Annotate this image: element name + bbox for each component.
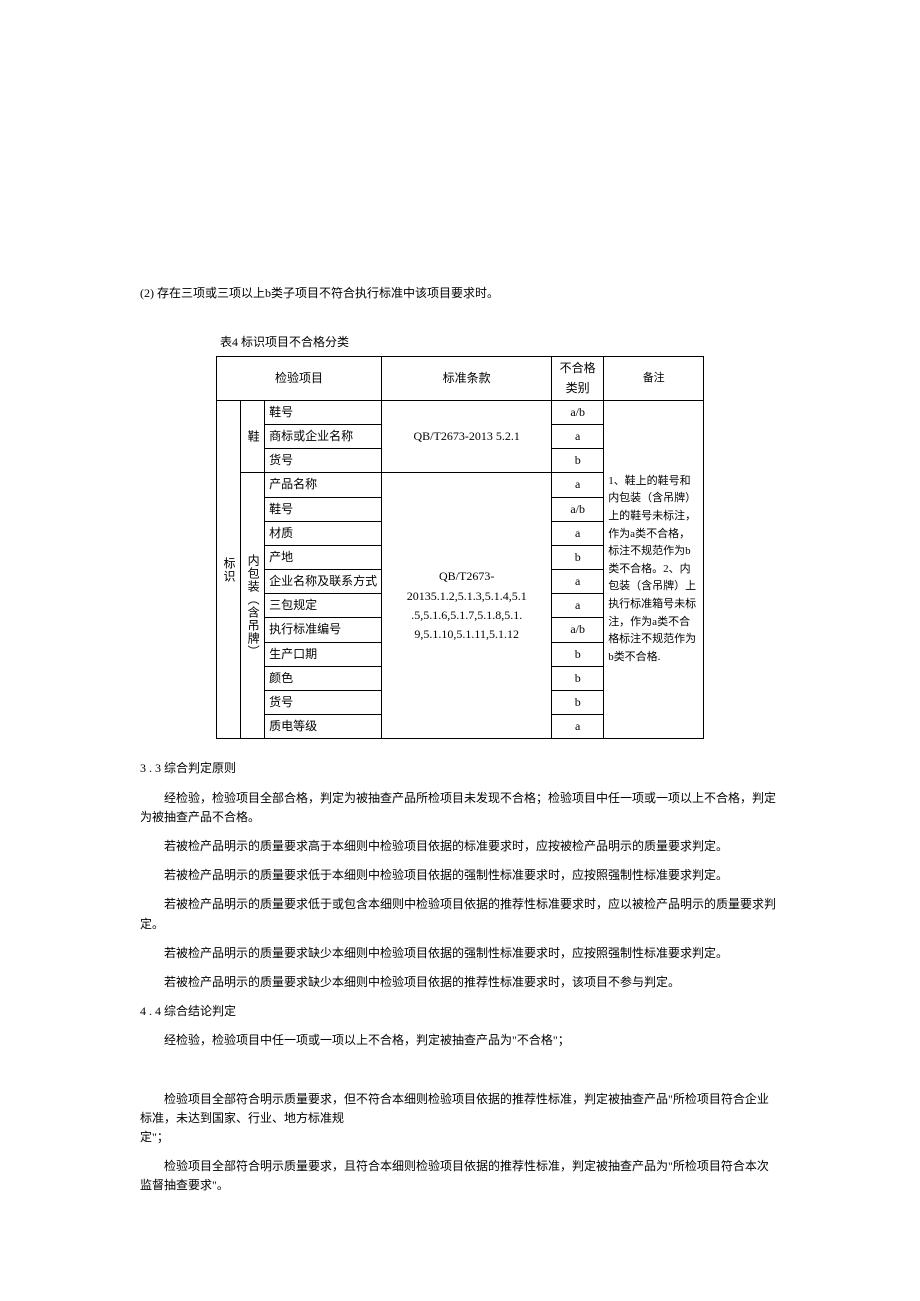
s4-p2a: 检验项目全部符合明示质量要求，但不符合本细则检验项目依据的推荐性标准，判定被抽查…: [140, 1090, 780, 1128]
cell-item: 产地: [265, 545, 382, 569]
table-caption: 表4 标识项目不合格分类: [220, 333, 780, 352]
sub: . 3 综合判定原则: [149, 761, 236, 775]
cell-item: 企业名称及联系方式: [265, 570, 382, 594]
sub: . 4 综合结论判定: [149, 1004, 236, 1018]
cell-item: 质电等级: [265, 715, 382, 739]
s3-p2: 若被检产品明示的质量要求高于本细则中检验项目依据的标准要求时，应按被检产品明示的…: [140, 837, 780, 856]
s3-p4: 若被检产品明示的质量要求低于或包含本细则中检验项目依据的推荐性标准要求时，应以被…: [140, 895, 780, 933]
th-cat: 不合格类别: [552, 357, 604, 400]
cell-cat: b: [552, 642, 604, 666]
cell-item: 执行标准编号: [265, 618, 382, 642]
cell-cat: a: [552, 521, 604, 545]
rowgroup-label-1: 标识: [216, 400, 240, 739]
cell-item: 颜色: [265, 666, 382, 690]
cell-cat: a: [552, 715, 604, 739]
cell-item: 鞋号: [265, 400, 382, 424]
section-3-heading: 3 . 3 综合判定原则: [140, 759, 780, 778]
s3-p5: 若被检产品明示的质量要求缺少本细则中检验项目依据的强制性标准要求时，应按照强制性…: [140, 944, 780, 963]
s4-p1: 经检验，检验项目中任一项或一项以上不合格，判定被抽查产品为"不合格"；: [140, 1031, 780, 1050]
cell-remark: 1、鞋上的鞋号和内包装（含吊牌）上的鞋号未标注，作为a类不合格，标注不规范作为b…: [604, 400, 704, 739]
rowgroup-label-2a: 鞋: [240, 400, 264, 473]
cell-item: 材质: [265, 521, 382, 545]
num: 4: [140, 1004, 146, 1018]
cell-cat: a/b: [552, 618, 604, 642]
th-remark: 备注: [604, 357, 704, 400]
cell-item: 三包规定: [265, 594, 382, 618]
s3-p1: 经检验，检验项目全部合格，判定为被抽查产品所检项目未发现不合格；检验项目中任一项…: [140, 789, 780, 827]
section-4-heading: 4 . 4 综合结论判定: [140, 1002, 780, 1021]
rowgroup-label-2b: 内包装（含吊牌）: [240, 473, 264, 739]
cell-item: 产品名称: [265, 473, 382, 497]
cell-cat: a/b: [552, 400, 604, 424]
std2-l2: 20135.1.2,5.1.3,5.1.4,5.1: [386, 587, 547, 606]
cell-cat: a/b: [552, 497, 604, 521]
cell-cat: b: [552, 545, 604, 569]
cell-item: 生产口期: [265, 642, 382, 666]
s4-p3: 检验项目全部符合明示质量要求，且符合本细则检验项目依据的推荐性标准，判定被抽查产…: [140, 1157, 780, 1195]
cell-item: 货号: [265, 449, 382, 473]
cell-cat: b: [552, 691, 604, 715]
th-std: 标准条款: [382, 357, 552, 400]
num: 3: [140, 761, 146, 775]
cell-cat: a: [552, 570, 604, 594]
cell-cat: b: [552, 666, 604, 690]
cell-item: 货号: [265, 691, 382, 715]
cell-item: 鞋号: [265, 497, 382, 521]
cell-std2: QB/T2673- 20135.1.2,5.1.3,5.1.4,5.1 .5,5…: [382, 473, 552, 739]
std2-l4: 9,5.1.10,5.1.11,5.1.12: [386, 625, 547, 644]
cell-std1: QB/T2673-2013 5.2.1: [382, 400, 552, 473]
table-4: 检验项目 标准条款 不合格类别 备注 标识 鞋 鞋号 QB/T2673-2013…: [216, 356, 704, 739]
cell-cat: a: [552, 424, 604, 448]
std2-l1: QB/T2673-: [386, 567, 547, 586]
s3-p6: 若被检产品明示的质量要求缺少本细则中检验项目依据的推荐性标准要求时，该项目不参与…: [140, 973, 780, 992]
th-inspect: 检验项目: [216, 357, 381, 400]
cell-item: 商标或企业名称: [265, 424, 382, 448]
s4-p2b: 定"；: [140, 1128, 780, 1147]
pre-text: (2) 存在三项或三项以上b类子项目不符合执行标准中该项目要求时。: [140, 284, 780, 303]
std2-l3: .5,5.1.6,5.1.7,5.1.8,5.1.: [386, 606, 547, 625]
cell-cat: a: [552, 594, 604, 618]
s3-p3: 若被检产品明示的质量要求低于本细则中检验项目依据的强制性标准要求时，应按照强制性…: [140, 866, 780, 885]
cell-cat: b: [552, 449, 604, 473]
cell-cat: a: [552, 473, 604, 497]
